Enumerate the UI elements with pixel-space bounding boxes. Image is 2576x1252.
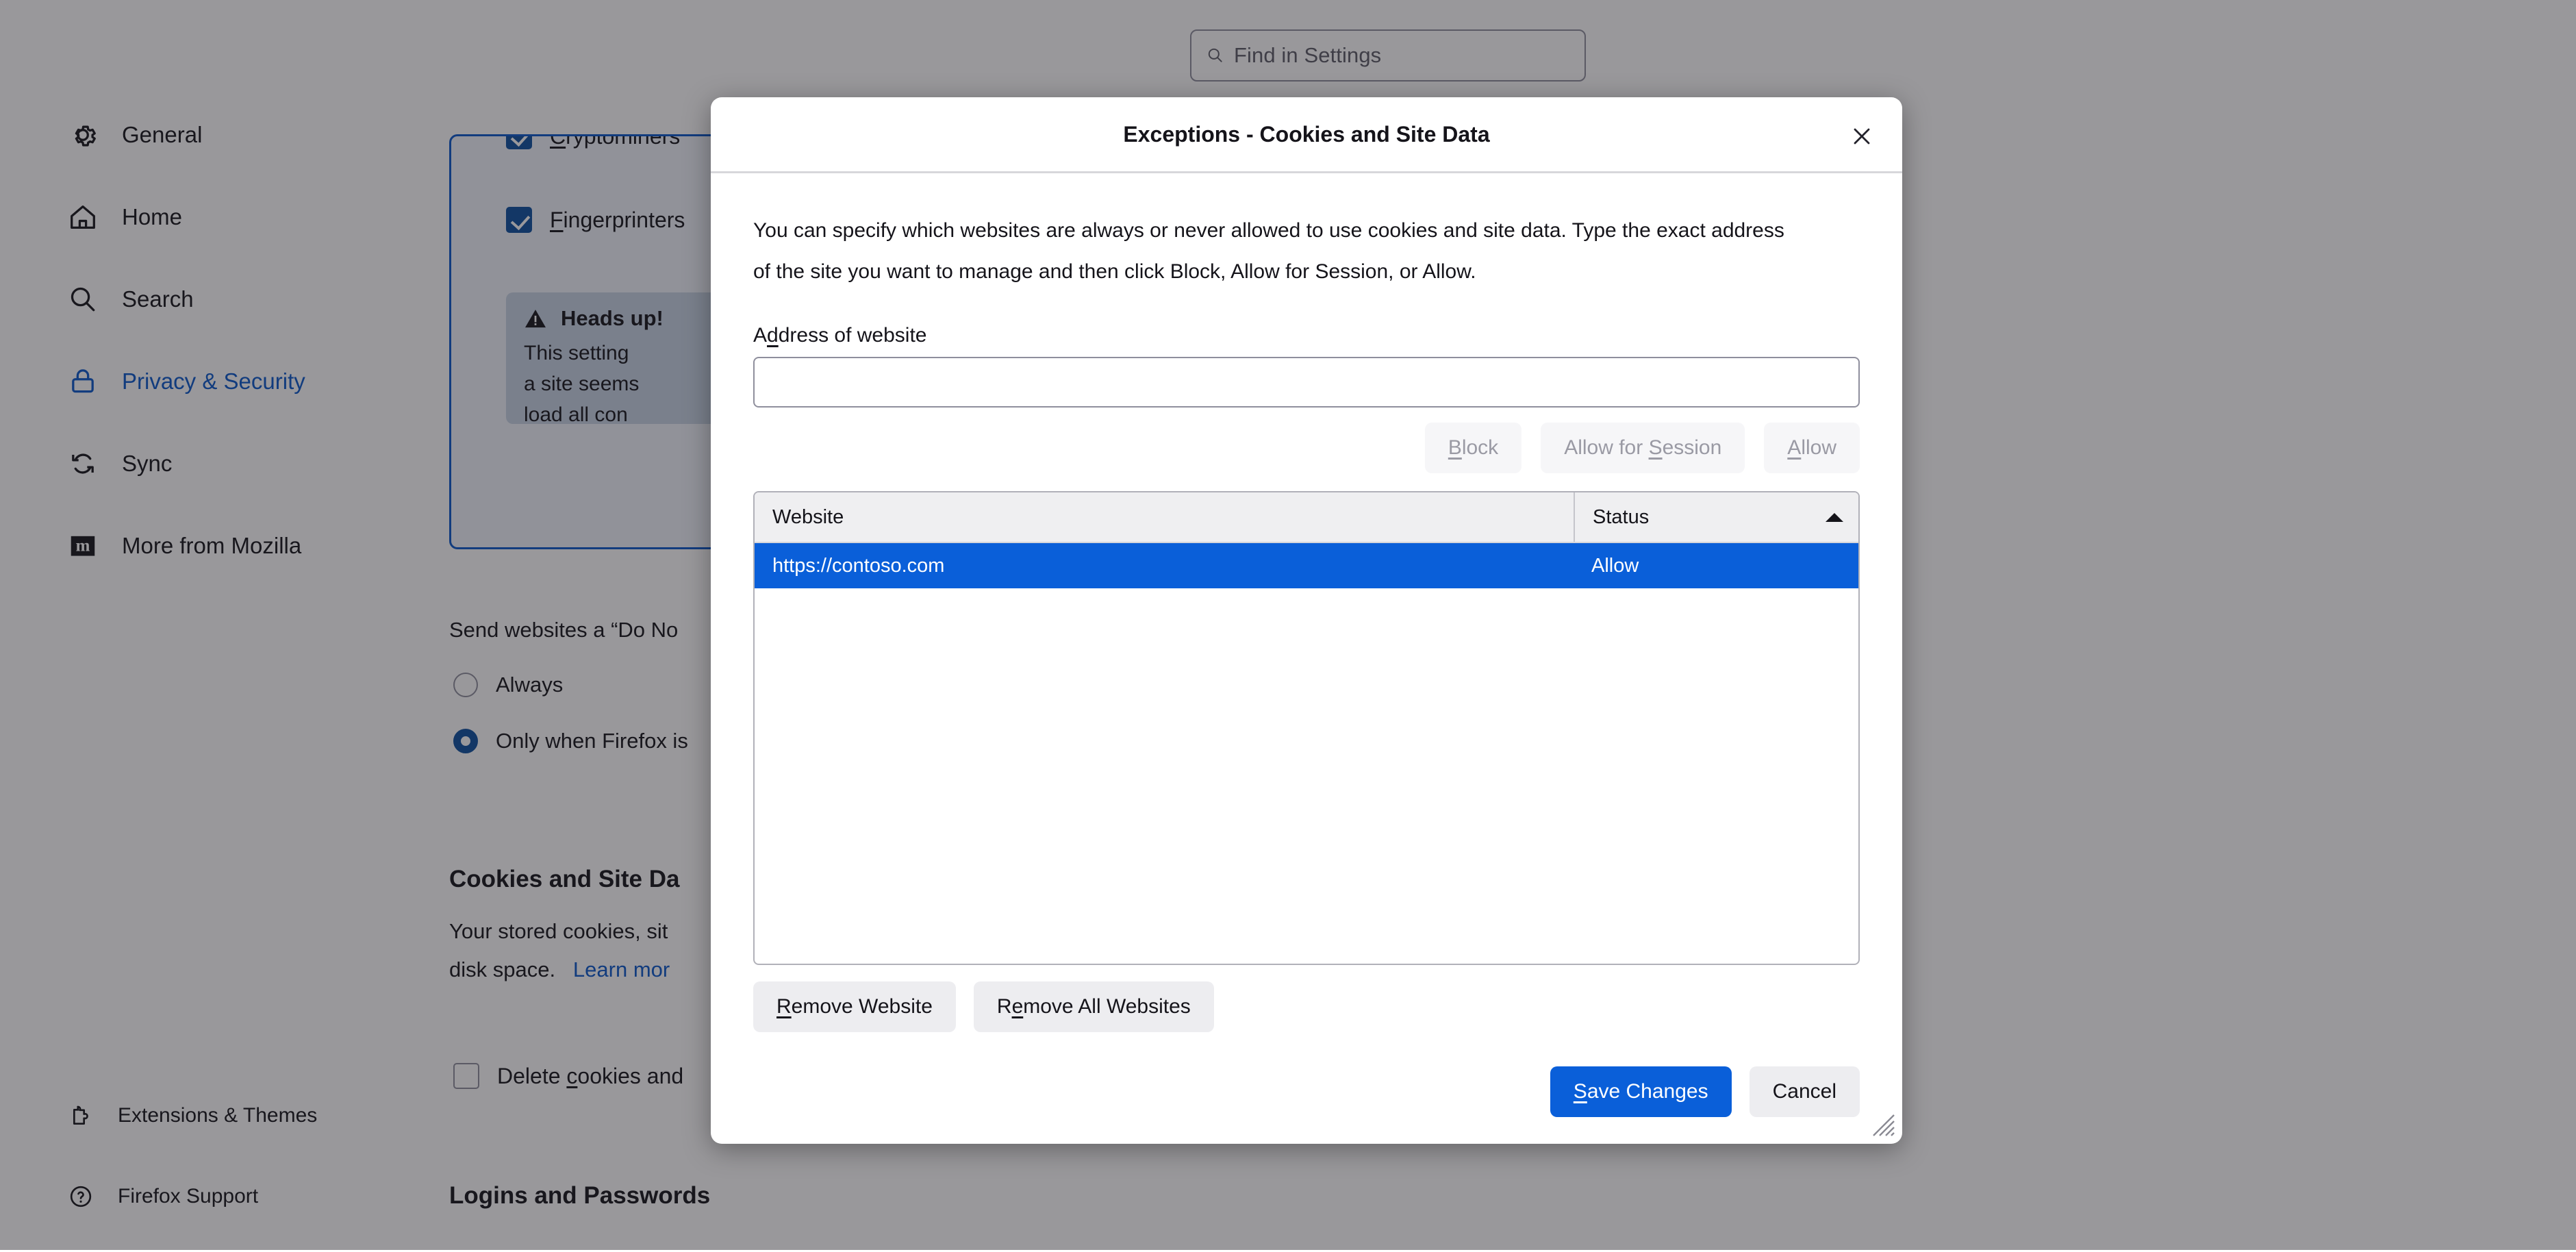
allow-for-session-button[interactable]: Allow for Session: [1541, 423, 1745, 473]
address-input[interactable]: [753, 357, 1860, 408]
exceptions-dialog: Exceptions - Cookies and Site Data You c…: [711, 97, 1902, 1144]
table-header-row: Website Status: [755, 492, 1858, 543]
permission-button-row: Block Allow for Session Allow: [753, 423, 1860, 473]
dialog-body: You can specify which websites are alway…: [711, 210, 1902, 1117]
dialog-description: You can specify which websites are alway…: [753, 210, 1794, 292]
column-header-website-label: Website: [772, 506, 844, 529]
firefox-settings-page: Find in Settings General Home Search: [0, 0, 2576, 1250]
remove-website-button[interactable]: Remove Website: [753, 981, 956, 1032]
cell-status: Allow: [1574, 543, 1858, 588]
allow-button[interactable]: Allow: [1764, 423, 1860, 473]
column-header-website[interactable]: Website: [755, 492, 1574, 542]
table-row[interactable]: https://contoso.com Allow: [755, 543, 1858, 588]
dialog-titlebar: Exceptions - Cookies and Site Data: [711, 97, 1902, 173]
exceptions-table: Website Status https://contoso.com Allow: [753, 491, 1860, 965]
cell-website: https://contoso.com: [755, 543, 1574, 588]
remove-all-websites-button[interactable]: Remove All Websites: [974, 981, 1214, 1032]
close-button[interactable]: [1841, 115, 1883, 158]
close-icon: [1851, 125, 1873, 147]
remove-button-row: Remove Website Remove All Websites: [753, 981, 1860, 1032]
dialog-title: Exceptions - Cookies and Site Data: [1123, 122, 1489, 147]
save-changes-button[interactable]: Save Changes: [1550, 1066, 1732, 1117]
sort-ascending-icon: [1826, 513, 1843, 522]
address-of-website-label: Address of website: [753, 324, 1860, 347]
block-button[interactable]: Block: [1425, 423, 1521, 473]
dialog-footer: Save Changes Cancel: [753, 1066, 1860, 1117]
column-header-status[interactable]: Status: [1574, 492, 1858, 542]
column-header-status-label: Status: [1593, 506, 1649, 529]
cancel-button[interactable]: Cancel: [1750, 1066, 1860, 1117]
resize-grip-icon[interactable]: [1868, 1110, 1895, 1137]
